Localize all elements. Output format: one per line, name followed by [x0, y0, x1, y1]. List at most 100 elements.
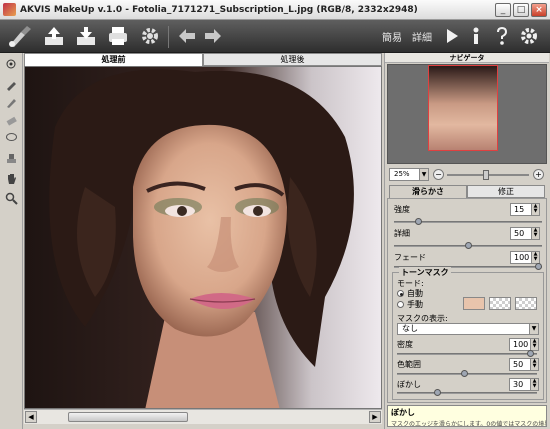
- tab-correction[interactable]: 修正: [467, 185, 545, 198]
- help-title: ぼかし: [391, 408, 415, 417]
- right-panel: ナビゲータ 25% ▼ − + 滑らかさ 修正 強度 15 ▲ ▼ 詳細 50 …: [384, 53, 550, 429]
- density-slider-handle[interactable]: [527, 350, 534, 357]
- info-icon[interactable]: [466, 24, 486, 48]
- tone-mask-title: トーンマスク: [399, 267, 451, 278]
- help-text: マスクのエッジを滑らかにします。0の値ではマスクの境界が...: [391, 421, 547, 427]
- blur-slider-handle[interactable]: [433, 389, 441, 396]
- retouch-tool-icon[interactable]: [4, 57, 19, 72]
- minimize-button[interactable]: _: [495, 3, 511, 17]
- eraser-tool-icon[interactable]: [4, 113, 19, 128]
- mode-detailed-button[interactable]: 詳細: [410, 28, 434, 44]
- color-swatch-empty[interactable]: [489, 297, 511, 310]
- radio-checked-icon: [397, 290, 404, 297]
- window-title: AKVIS MakeUp v.1.0 - Fotolia_7171271_Sub…: [20, 4, 418, 15]
- print-icon[interactable]: [106, 24, 130, 48]
- blur-value: 30: [513, 380, 524, 389]
- close-button[interactable]: ×: [531, 3, 547, 17]
- redo-arrow-icon[interactable]: [202, 24, 224, 48]
- lasso-tool-icon[interactable]: [4, 131, 19, 146]
- zoom-tool-icon[interactable]: [4, 191, 19, 206]
- detail-slider-handle[interactable]: [464, 242, 472, 249]
- color-range-label: 色範囲: [397, 360, 421, 369]
- navigator-preview[interactable]: [387, 64, 547, 164]
- blur-input[interactable]: 30 ▲ ▼: [509, 378, 539, 391]
- mode-manual-label: 手動: [407, 300, 423, 309]
- settings-panel: 強度 15 ▲ ▼ 詳細 50 ▲ ▼ フェード 100 ▲ ▼ トーンマスク …: [387, 198, 547, 403]
- scroll-thumb[interactable]: [68, 412, 188, 422]
- brush-tool-icon[interactable]: [4, 77, 19, 92]
- hand-tool-icon[interactable]: [4, 171, 19, 186]
- portrait-photo: [25, 67, 381, 408]
- navigator-title: ナビゲータ: [385, 53, 549, 63]
- color-swatch-empty[interactable]: [515, 297, 537, 310]
- feather-value: 100: [514, 253, 530, 262]
- spin-arrows-icon[interactable]: ▲ ▼: [531, 204, 539, 215]
- main-toolbar: 簡易 詳細: [0, 20, 550, 53]
- paint-brush-icon[interactable]: [6, 24, 34, 48]
- zoom-row: 25% ▼ − +: [387, 166, 549, 184]
- save-file-icon[interactable]: [74, 24, 98, 48]
- color-range-slider-handle[interactable]: [460, 370, 468, 377]
- scroll-right-icon[interactable]: ▶: [369, 411, 381, 423]
- blur-slider[interactable]: [397, 392, 537, 394]
- spin-arrows-icon[interactable]: ▲ ▼: [530, 359, 538, 370]
- feather-input[interactable]: 100 ▲ ▼: [510, 251, 540, 264]
- canvas-scrollbar[interactable]: ◀ ▶: [24, 409, 382, 424]
- zoom-out-button[interactable]: −: [433, 169, 444, 180]
- app-window: AKVIS MakeUp v.1.0 - Fotolia_7171271_Sub…: [0, 0, 550, 429]
- feather-label: フェード: [394, 253, 426, 262]
- scroll-left-icon[interactable]: ◀: [25, 411, 37, 423]
- spin-arrows-icon[interactable]: ▲ ▼: [530, 379, 538, 390]
- feather-slider-handle[interactable]: [535, 263, 542, 270]
- density-input[interactable]: 100 ▲ ▼: [509, 338, 539, 351]
- strength-label: 強度: [394, 205, 410, 214]
- zoom-select[interactable]: 25% ▼: [389, 168, 429, 181]
- skin-color-swatch[interactable]: [463, 297, 485, 310]
- preferences-gear-icon[interactable]: [518, 24, 540, 48]
- detail-input[interactable]: 50 ▲ ▼: [510, 227, 540, 240]
- blur-label: ぼかし: [397, 380, 421, 389]
- mask-display-value: なし: [402, 324, 418, 333]
- tools-panel: [0, 53, 23, 429]
- zoom-in-button[interactable]: +: [533, 169, 544, 180]
- tab-smoothing[interactable]: 滑らかさ: [389, 185, 467, 198]
- navigator-thumbnail[interactable]: [428, 65, 498, 151]
- spin-arrows-icon[interactable]: ▲ ▼: [531, 228, 539, 239]
- density-value: 100: [513, 340, 529, 349]
- spin-arrows-icon[interactable]: ▲ ▼: [531, 252, 539, 263]
- image-canvas[interactable]: [24, 66, 382, 409]
- strength-slider-handle[interactable]: [415, 218, 423, 225]
- mode-simple-button[interactable]: 簡易: [380, 28, 404, 44]
- view-tabs: 処理前 処理後: [24, 53, 382, 66]
- density-slider[interactable]: [397, 353, 537, 355]
- app-logo-icon: [3, 3, 16, 16]
- mode-manual-radio[interactable]: 手動: [397, 299, 423, 310]
- detail-value: 50: [514, 229, 525, 238]
- color-range-input[interactable]: 50 ▲ ▼: [509, 358, 539, 371]
- mask-display-select[interactable]: なし ▼: [397, 323, 539, 335]
- strength-input[interactable]: 15 ▲ ▼: [510, 203, 540, 216]
- mode-auto-radio[interactable]: 自動: [397, 288, 423, 299]
- open-file-icon[interactable]: [42, 24, 66, 48]
- chevron-down-icon: ▼: [529, 324, 538, 334]
- zoom-value: 25%: [394, 170, 410, 178]
- detail-label: 詳細: [394, 229, 410, 238]
- zoom-slider-handle[interactable]: [483, 170, 489, 180]
- strength-value: 15: [514, 205, 525, 214]
- help-icon[interactable]: [492, 24, 512, 48]
- settings-gear-icon[interactable]: [138, 24, 162, 48]
- spin-arrows-icon[interactable]: ▲ ▼: [530, 339, 538, 350]
- undo-arrow-icon[interactable]: [176, 24, 198, 48]
- density-label: 密度: [397, 340, 413, 349]
- tab-before[interactable]: 処理前: [24, 53, 203, 66]
- help-box: ぼかし マスクのエッジを滑らかにします。0の値ではマスクの境界が...: [387, 405, 547, 427]
- stamp-tool-icon[interactable]: [4, 151, 19, 166]
- mode-auto-label: 自動: [407, 289, 423, 298]
- tab-after[interactable]: 処理後: [203, 53, 382, 66]
- maximize-button[interactable]: □: [513, 3, 529, 17]
- radio-unchecked-icon: [397, 301, 404, 308]
- pencil-tool-icon[interactable]: [4, 95, 19, 110]
- title-bar: AKVIS MakeUp v.1.0 - Fotolia_7171271_Sub…: [0, 0, 550, 20]
- run-play-icon[interactable]: [442, 24, 462, 48]
- settings-tabs: 滑らかさ 修正: [389, 185, 545, 198]
